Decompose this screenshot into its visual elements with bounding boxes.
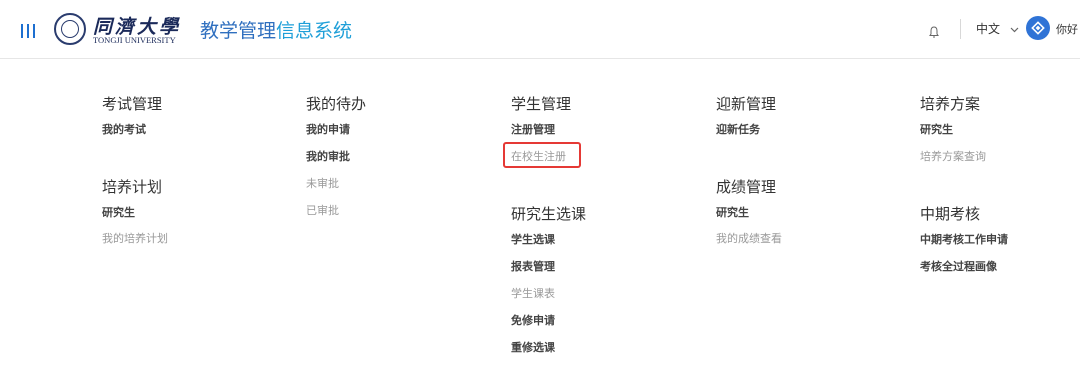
section-title-student-management: 学生管理 <box>511 95 572 113</box>
user-avatar-icon <box>1031 21 1045 35</box>
menu-item-my-applications[interactable]: 我的申请 <box>306 121 350 137</box>
menu-item-scheme-query[interactable]: 培养方案查询 <box>920 148 986 164</box>
section-title-midterm: 中期考核 <box>920 205 981 223</box>
section-title-todo: 我的待办 <box>306 95 367 113</box>
university-seal-icon <box>54 13 86 45</box>
menu-item-exemption-application[interactable]: 免修申请 <box>511 312 555 328</box>
user-greeting: 你好 <box>1056 23 1078 36</box>
system-title-part2: 信息系统 <box>276 20 353 42</box>
menu-item-my-grades[interactable]: 我的成绩查看 <box>716 230 782 246</box>
menu-item-enrolled-registration[interactable]: 在校生注册 <box>511 148 566 164</box>
menu-item-welcome-tasks[interactable]: 迎新任务 <box>716 121 760 137</box>
menu-item-my-approvals[interactable]: 我的审批 <box>306 148 350 164</box>
section-title-training-scheme: 培养方案 <box>920 95 981 113</box>
language-label: 中文 <box>976 22 1001 36</box>
avatar[interactable] <box>1026 16 1050 40</box>
section-title-grades: 成绩管理 <box>716 178 777 196</box>
chevron-down-icon <box>1010 27 1019 32</box>
section-title-welcome: 迎新管理 <box>716 95 777 113</box>
menu-item-grade-graduate[interactable]: 研究生 <box>716 204 749 220</box>
menu-item-plan-graduate[interactable]: 研究生 <box>102 204 135 220</box>
bell-icon[interactable] <box>927 24 941 38</box>
menu-item-approved[interactable]: 已审批 <box>306 202 339 218</box>
menu-item-registration-management[interactable]: 注册管理 <box>511 121 555 137</box>
section-title-training-plan: 培养计划 <box>102 178 163 196</box>
menu-item-unapproved[interactable]: 未审批 <box>306 175 339 191</box>
menu-item-my-training-plan[interactable]: 我的培养计划 <box>102 230 168 246</box>
menu-item-scheme-graduate[interactable]: 研究生 <box>920 121 953 137</box>
menu-toggle-icon[interactable] <box>21 24 35 38</box>
section-title-course-selection: 研究生选课 <box>511 205 587 223</box>
section-title-exam: 考试管理 <box>102 95 163 113</box>
menu-item-student-course-selection[interactable]: 学生选课 <box>511 231 555 247</box>
menu-item-student-timetable[interactable]: 学生课表 <box>511 285 555 301</box>
system-title-part1: 教学管理 <box>200 20 277 42</box>
menu-item-midterm-application[interactable]: 中期考核工作申请 <box>920 231 1008 247</box>
menu-item-report-management[interactable]: 报表管理 <box>511 258 555 274</box>
system-title: 教学管理信息系统 <box>200 16 352 43</box>
menu-item-my-exam[interactable]: 我的考试 <box>102 121 146 137</box>
menu-item-assessment-portrait[interactable]: 考核全过程画像 <box>920 258 997 274</box>
university-name-en: TONGJI UNIVERSITY <box>93 35 176 45</box>
header-divider <box>960 19 961 39</box>
top-header: 同濟大學 TONGJI UNIVERSITY 教学管理信息系统 中文 你好 <box>0 0 1080 59</box>
language-selector[interactable]: 中文 <box>976 20 1019 37</box>
menu-item-retake-selection[interactable]: 重修选课 <box>511 339 555 355</box>
